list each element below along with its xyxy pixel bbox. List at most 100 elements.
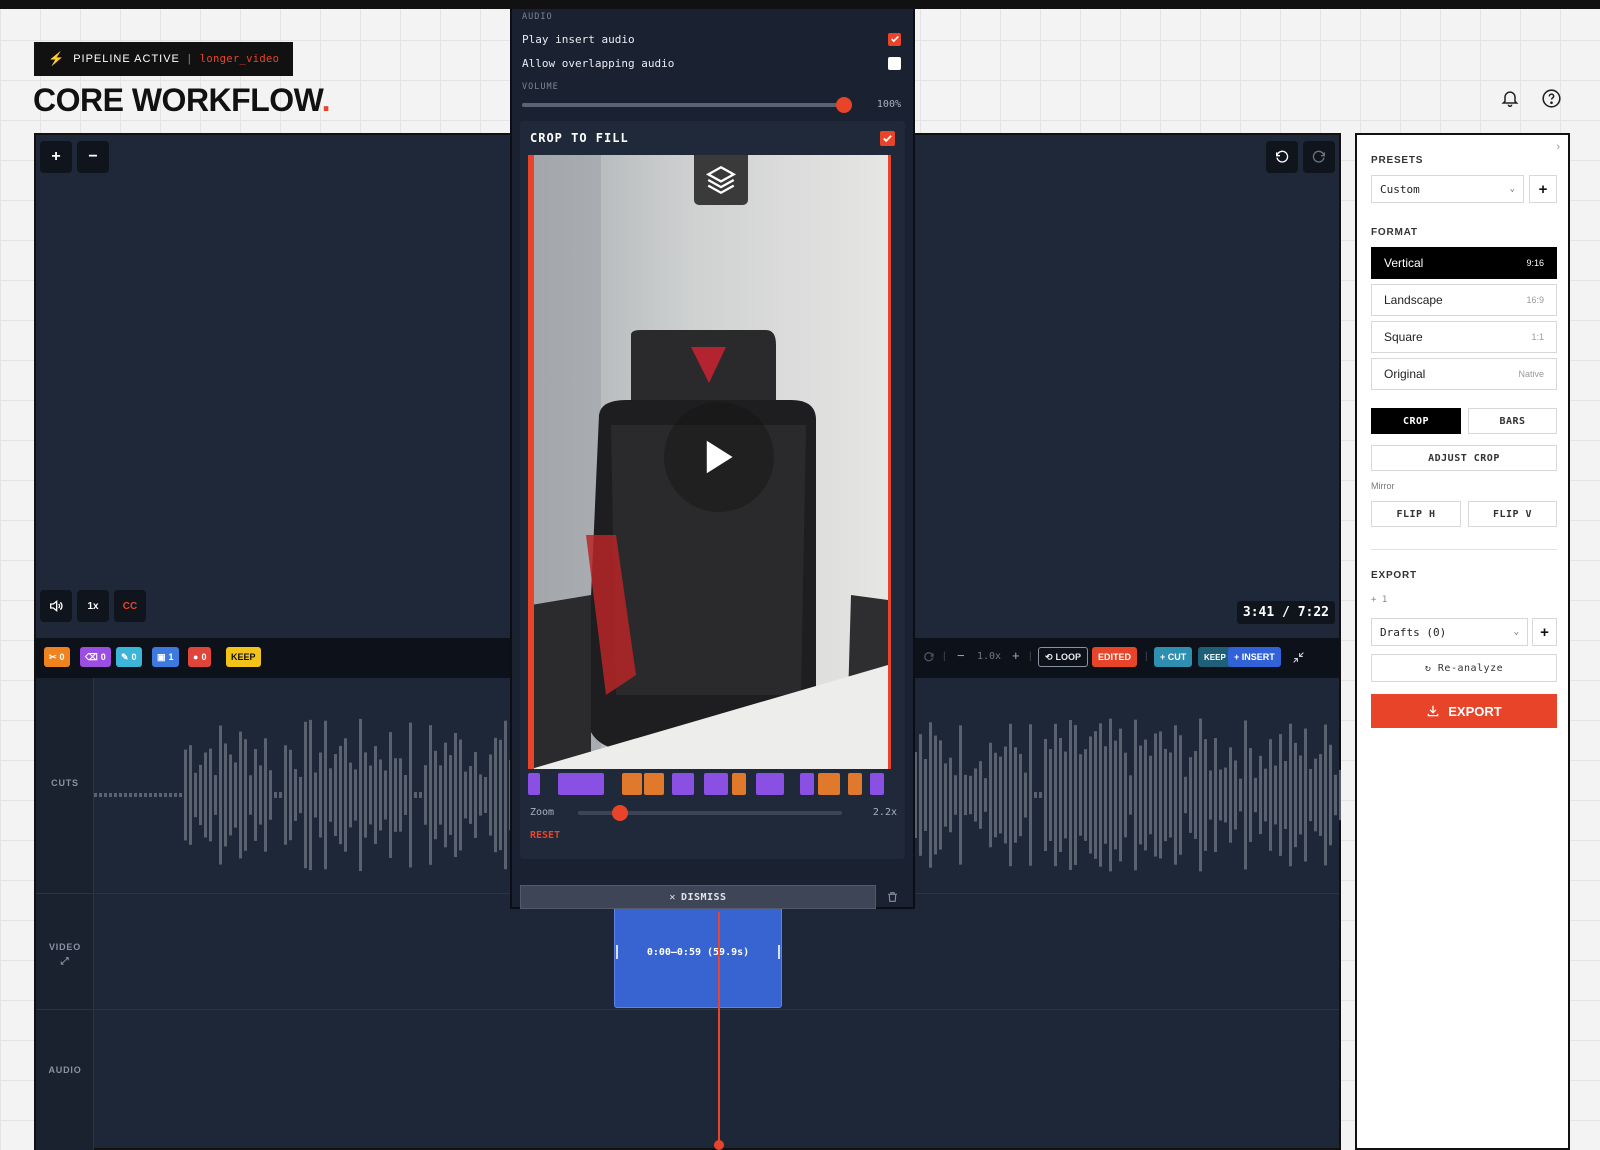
- volume-slider-knob[interactable]: [836, 97, 852, 113]
- export-button-label: EXPORT: [1448, 703, 1502, 719]
- strip-segment[interactable]: [800, 773, 814, 795]
- play-icon[interactable]: [664, 402, 774, 512]
- redo-icon[interactable]: [1303, 141, 1335, 173]
- adjust-crop-button[interactable]: ADJUST CROP: [1371, 445, 1557, 471]
- playhead-handle[interactable]: [714, 1140, 724, 1150]
- waveform-bar: [184, 749, 187, 841]
- keep-toggle[interactable]: KEEP: [1198, 647, 1232, 667]
- export-button[interactable]: EXPORT: [1371, 694, 1557, 728]
- format-option-landscape[interactable]: Landscape 16:9: [1371, 284, 1557, 316]
- waveform-bar: [289, 749, 292, 841]
- bell-icon[interactable]: [1498, 86, 1522, 110]
- strip-segment[interactable]: [672, 773, 694, 795]
- undo-icon[interactable]: [1266, 141, 1298, 173]
- add-cut-button[interactable]: + CUT: [1154, 647, 1193, 667]
- strip-segment[interactable]: [848, 773, 862, 795]
- waveform-bar: [934, 735, 937, 855]
- bars-mode-button[interactable]: BARS: [1468, 408, 1557, 434]
- waveform-bar: [189, 745, 192, 845]
- waveform-bar: [1314, 758, 1317, 832]
- waveform-bar: [459, 739, 462, 851]
- video-clip[interactable]: M 0:00–0:59 (59.9s): [613, 893, 782, 1008]
- allow-overlap-row[interactable]: Allow overlapping audio: [522, 54, 901, 72]
- crop-frame[interactable]: [528, 155, 891, 769]
- waveform-bar: [1014, 747, 1017, 843]
- waveform-bar: [1234, 760, 1237, 830]
- reset-button[interactable]: RESET: [530, 830, 560, 841]
- waveform-bar: [979, 761, 982, 829]
- layers-icon[interactable]: [694, 155, 748, 205]
- waveform-bar: [1149, 755, 1152, 835]
- chevron-right-icon[interactable]: ›: [1556, 141, 1560, 153]
- waveform-bar: [1074, 725, 1077, 865]
- drafts-select[interactable]: Drafts (0) ⌄: [1371, 618, 1528, 646]
- waveform-bar: [284, 745, 287, 845]
- strip-segment[interactable]: [704, 773, 728, 795]
- playback-speed-button[interactable]: 1x: [77, 590, 109, 622]
- delete-icon[interactable]: [884, 888, 900, 906]
- volume-slider[interactable]: [522, 97, 852, 113]
- strip-segment[interactable]: [756, 773, 784, 795]
- mic-counter[interactable]: ● 0: [188, 647, 212, 667]
- format-option-original[interactable]: Original Native: [1371, 358, 1557, 390]
- waveform-bar: [1184, 776, 1187, 814]
- keep-badge[interactable]: KEEP: [226, 647, 261, 667]
- zoom-in-button[interactable]: +: [40, 141, 72, 173]
- format-option-vertical[interactable]: Vertical 9:16: [1371, 247, 1557, 279]
- crop-zoom-slider[interactable]: [578, 805, 842, 821]
- expand-icon[interactable]: ⤢: [36, 956, 94, 967]
- captions-button[interactable]: CC: [114, 590, 146, 622]
- pen-counter[interactable]: ✎ 0: [116, 647, 142, 667]
- volume-label: VOLUME: [522, 82, 559, 92]
- waveform-bar: [1174, 725, 1177, 865]
- waveform-bar: [1214, 738, 1217, 852]
- collapse-icon[interactable]: [1292, 651, 1305, 667]
- add-draft-button[interactable]: +: [1532, 618, 1557, 646]
- play-insert-audio-checkbox[interactable]: [888, 32, 901, 46]
- crop-to-fill-checkbox[interactable]: [880, 130, 895, 146]
- volume-icon[interactable]: [40, 590, 72, 622]
- reanalyze-button[interactable]: ↻ Re-analyze: [1371, 654, 1557, 682]
- crop-title: CROP TO FILL: [530, 131, 629, 145]
- allow-overlap-checkbox[interactable]: [888, 56, 901, 70]
- crop-zoom-knob[interactable]: [612, 805, 629, 821]
- dismiss-button[interactable]: ✕ DISMISS: [520, 885, 876, 909]
- timeline-zoom-in-button[interactable]: +: [1012, 648, 1020, 663]
- audio-track-label: AUDIO: [48, 1065, 82, 1075]
- volume-slider-fill: [522, 103, 844, 107]
- flip-vertical-button[interactable]: FLIP V: [1468, 501, 1557, 527]
- strip-segment[interactable]: [528, 773, 540, 795]
- trash-counter[interactable]: ⌫ 0: [80, 647, 111, 667]
- clip-right-handle[interactable]: [778, 945, 780, 959]
- waveform-bar: [1084, 749, 1087, 841]
- scissors-counter[interactable]: ✂ 0: [44, 647, 70, 667]
- clip-left-handle[interactable]: [616, 945, 618, 959]
- format-option-square[interactable]: Square 1:1: [1371, 321, 1557, 353]
- add-preset-button[interactable]: +: [1529, 175, 1557, 203]
- insert-button[interactable]: + INSERT: [1228, 647, 1281, 667]
- playhead[interactable]: [718, 912, 720, 1144]
- zoom-out-button[interactable]: −: [77, 141, 109, 173]
- allow-overlap-label: Allow overlapping audio: [522, 56, 675, 70]
- loop-button[interactable]: ⟲ LOOP: [1038, 647, 1089, 667]
- image-counter[interactable]: ▣ 1: [152, 647, 179, 667]
- waveform-bar: [204, 752, 207, 838]
- strip-segment[interactable]: [870, 773, 884, 795]
- strip-segment[interactable]: [644, 773, 664, 795]
- segment-strip[interactable]: [528, 773, 898, 795]
- strip-segment[interactable]: [558, 773, 604, 795]
- waveform-bar: [1284, 761, 1287, 829]
- strip-segment[interactable]: [732, 773, 746, 795]
- waveform-bar: [144, 793, 147, 797]
- help-icon[interactable]: [1539, 86, 1563, 110]
- play-insert-audio-row[interactable]: Play insert audio: [522, 30, 901, 48]
- preset-select[interactable]: Custom ⌄: [1371, 175, 1524, 203]
- crop-mode-button[interactable]: CROP: [1371, 408, 1461, 434]
- flip-horizontal-button[interactable]: FLIP H: [1371, 501, 1461, 527]
- timeline-redo-icon[interactable]: [923, 651, 935, 666]
- waveform-bar: [164, 793, 167, 797]
- strip-segment[interactable]: [622, 773, 642, 795]
- strip-segment[interactable]: [818, 773, 840, 795]
- counter-value: 0: [201, 652, 207, 662]
- timeline-zoom-out-button[interactable]: −: [957, 648, 965, 663]
